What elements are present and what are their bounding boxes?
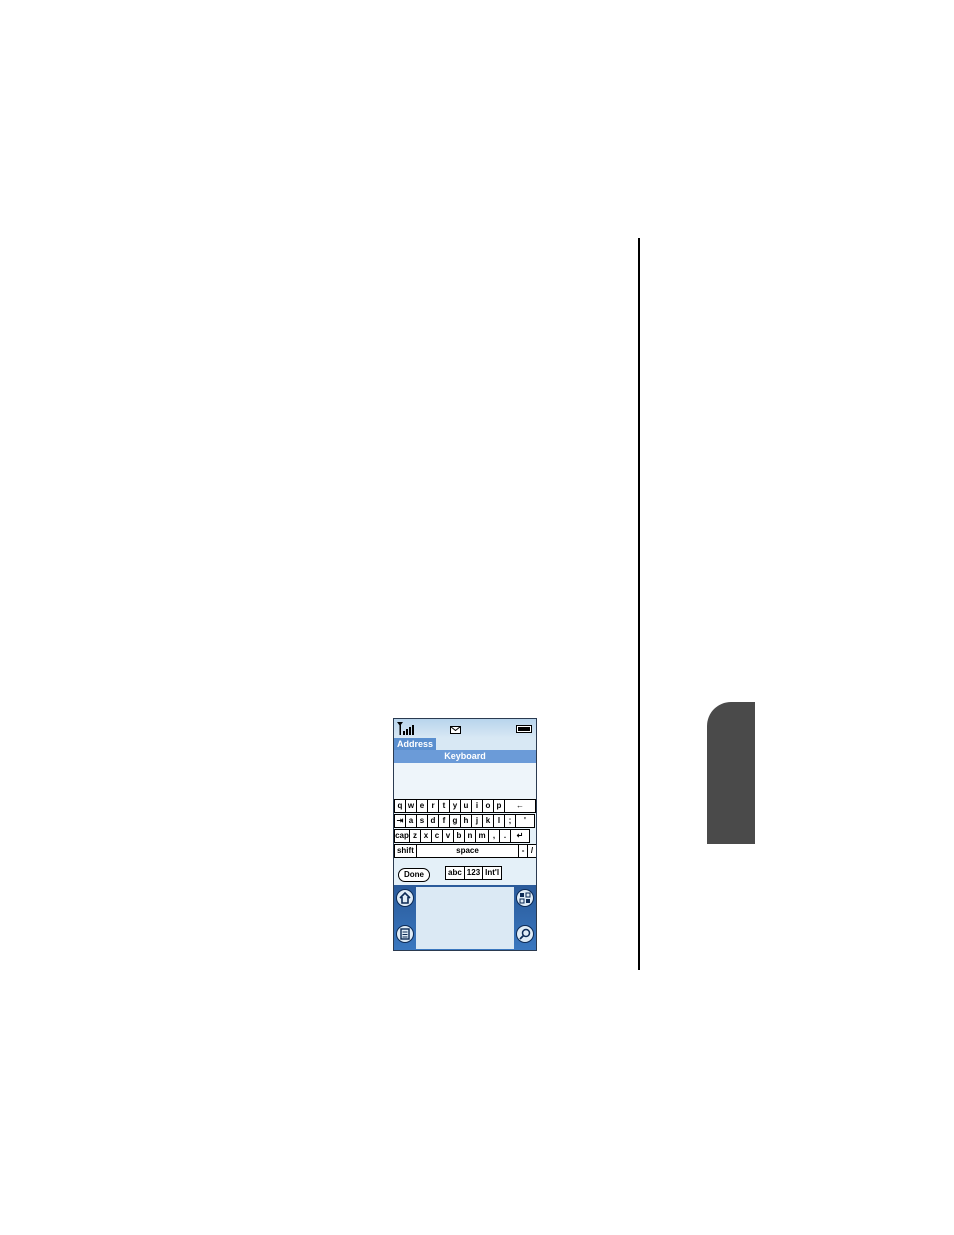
mode-intl-button[interactable]: Int'l [482,866,503,880]
return-key[interactable]: ↵ [510,829,530,843]
key-apostrophe[interactable]: ' [515,814,535,828]
keyboard-mode-selector: abc 123 Int'l [445,866,503,880]
signal-strength-icon [397,722,414,735]
home-icon[interactable] [396,889,414,907]
keyboard-row-2: ⇥ a s d f g h j k l ; ' [394,814,536,828]
app-title-bar: Address [394,738,536,750]
text-entry-area[interactable] [394,763,536,799]
done-button[interactable]: Done [398,868,430,882]
graffiti-panel [394,885,536,950]
menu-icon[interactable] [396,925,414,943]
find-icon[interactable] [516,925,534,943]
section-tab [707,702,755,844]
mode-abc-button[interactable]: abc [445,866,465,880]
space-key[interactable]: space [415,844,520,858]
column-divider-line [638,238,640,970]
on-screen-keyboard: q w e r t y u i o p ← ⇥ a s d f g h j k … [394,799,536,859]
shift-key[interactable]: shift [394,844,417,858]
keyboard-title: Keyboard [394,750,536,763]
device-screenshot: Address Keyboard q w e r t y u i o p ← ⇥… [393,718,537,951]
key-slash[interactable]: / [527,844,536,858]
keyboard-row-1: q w e r t y u i o p ← [394,799,536,813]
caps-lock-key[interactable]: cap [394,829,410,843]
graffiti-input-area[interactable] [416,887,514,949]
backspace-key[interactable]: ← [504,799,536,813]
status-bar [394,719,536,738]
mode-123-button[interactable]: 123 [463,866,484,880]
keyboard-row-4: shift space - / [394,844,536,858]
mail-icon[interactable] [450,724,462,734]
key-m[interactable]: m [475,829,489,843]
keyboard-row-3: cap z x c v b n m , . ↵ [394,829,536,843]
app-title[interactable]: Address [394,738,437,750]
favorites-icon[interactable] [516,889,534,907]
battery-icon [516,725,532,733]
